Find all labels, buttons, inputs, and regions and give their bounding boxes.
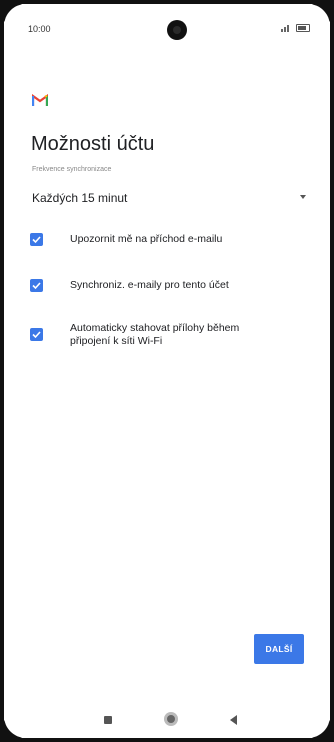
frame-edge-right bbox=[330, 0, 334, 742]
dropdown-arrow-icon bbox=[300, 195, 306, 199]
front-camera-icon bbox=[167, 20, 187, 40]
status-time: 10:00 bbox=[28, 24, 51, 34]
frame-corner bbox=[308, 0, 334, 26]
sync-frequency-select[interactable]: Každých 15 minut bbox=[30, 187, 306, 207]
next-button[interactable]: DALŠÍ bbox=[254, 634, 304, 664]
frame-corner bbox=[0, 0, 26, 26]
sync-frequency-value: Každých 15 minut bbox=[32, 191, 128, 205]
gmail-icon bbox=[32, 94, 48, 106]
phone-frame bbox=[0, 0, 334, 742]
option-label: Synchroniz. e-maily pro tento účet bbox=[70, 279, 229, 291]
home-circle-icon[interactable] bbox=[164, 712, 178, 726]
page-title: Možnosti účtu bbox=[31, 133, 155, 155]
option-label: Automaticky stahovat přílohy během připo… bbox=[70, 322, 240, 347]
status-bar: 10:00 bbox=[22, 18, 312, 40]
checkbox-checked-icon[interactable] bbox=[30, 233, 43, 246]
battery-icon bbox=[296, 24, 310, 32]
status-icons bbox=[281, 24, 310, 32]
frame-edge-top bbox=[0, 0, 334, 4]
option-label: Upozornit mě na příchod e-mailu bbox=[70, 233, 223, 245]
sync-frequency-label: Frekvence synchronizace bbox=[32, 166, 112, 173]
recents-square-icon[interactable] bbox=[104, 716, 112, 724]
checkbox-checked-icon[interactable] bbox=[30, 279, 43, 292]
back-triangle-icon[interactable] bbox=[230, 715, 237, 725]
navigation-bar bbox=[0, 696, 334, 742]
frame-edge-left bbox=[0, 0, 4, 742]
signal-icon bbox=[281, 25, 289, 32]
checkbox-checked-icon[interactable] bbox=[30, 328, 43, 341]
